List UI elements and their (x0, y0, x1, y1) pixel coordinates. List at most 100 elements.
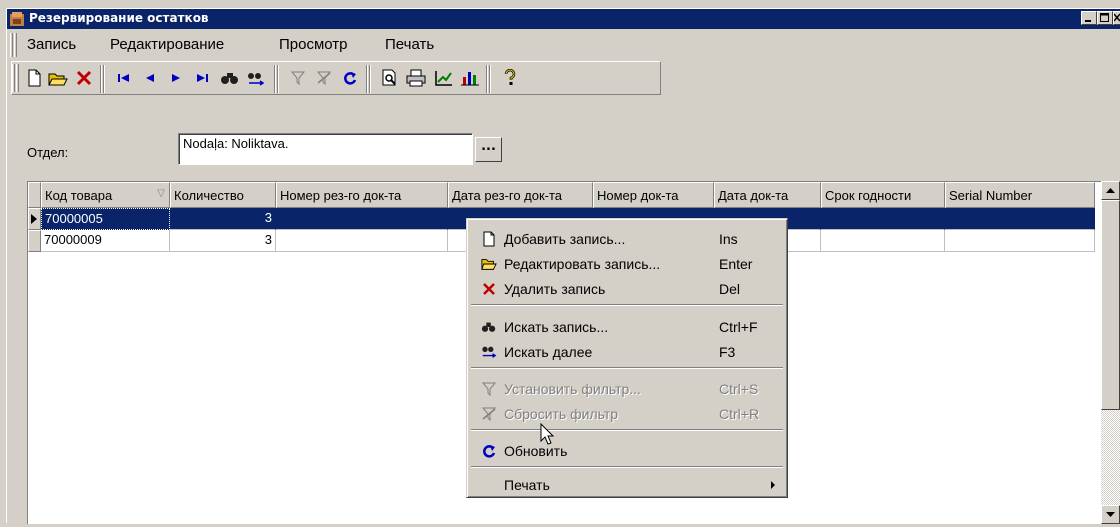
context-item-set-filter[interactable]: Установить фильтр... Ctrl+S (470, 377, 784, 401)
column-header-quantity[interactable]: Количество (170, 182, 276, 208)
context-item-delete[interactable]: Удалить запись Del (470, 277, 784, 301)
maximize-button[interactable] (1097, 11, 1113, 25)
set-filter-icon (481, 382, 497, 397)
cell-serial-number[interactable] (945, 230, 1095, 252)
toolbar-band (11, 61, 661, 95)
row-indicator (28, 230, 41, 252)
context-item-find[interactable]: Искать запись... Ctrl+F (470, 315, 784, 339)
menu-bar: Запись Редактирование Просмотр Печать (7, 31, 1120, 59)
column-header-doc-number[interactable]: Номер док-та (593, 182, 714, 208)
mouse-cursor-icon (540, 423, 555, 445)
prev-record-button[interactable] (138, 66, 162, 90)
toolbar-grip[interactable] (12, 64, 15, 92)
context-item-label: Редактировать запись... (504, 256, 661, 272)
context-item-find-next[interactable]: Искать далее F3 (470, 340, 784, 364)
context-item-reset-filter[interactable]: Сбросить фильтр Ctrl+R (470, 402, 784, 426)
preview-button[interactable] (378, 66, 402, 90)
menu-record[interactable]: Запись (27, 36, 76, 53)
delete-icon (76, 70, 92, 86)
header-indicator (28, 182, 41, 208)
print-button[interactable] (404, 66, 428, 90)
prev-record-icon (146, 74, 154, 82)
title-bar[interactable]: Резервирование остатков (7, 9, 1120, 29)
find-next-button[interactable] (244, 66, 268, 90)
minimize-button[interactable] (1081, 11, 1097, 25)
cell-reserve-doc-number[interactable] (276, 230, 448, 252)
chart-edit-icon (435, 71, 452, 86)
close-button[interactable] (1113, 11, 1120, 25)
cell-serial-number[interactable] (945, 208, 1095, 230)
context-item-shortcut: F3 (719, 344, 736, 360)
menu-separator (471, 466, 783, 468)
toolbar-grip-2[interactable] (16, 64, 19, 92)
cell-product-code[interactable]: 70000009 (41, 230, 170, 252)
context-item-label: Установить фильтр... (504, 381, 641, 397)
arrow-up-icon (1106, 188, 1115, 193)
cell-expiry[interactable] (821, 208, 945, 230)
column-header-doc-date[interactable]: Дата док-та (714, 182, 821, 208)
scroll-down-button[interactable] (1101, 505, 1120, 524)
edit-record-button[interactable] (46, 66, 70, 90)
menu-edit[interactable]: Редактирование (110, 36, 224, 53)
window-title: Резервирование остатков (29, 11, 209, 25)
next-record-button[interactable] (164, 66, 188, 90)
context-item-label: Искать запись... (504, 319, 609, 335)
find-button[interactable] (218, 66, 242, 90)
set-filter-button[interactable] (286, 66, 310, 90)
delete-icon (483, 283, 495, 295)
delete-record-button[interactable] (72, 66, 96, 90)
column-header-reserve-doc-date[interactable]: Дата рез-го док-та (448, 182, 593, 208)
open-folder-icon (481, 259, 497, 270)
context-item-shortcut: Enter (719, 256, 753, 272)
vertical-scrollbar[interactable] (1101, 181, 1120, 524)
column-header-product-code[interactable]: Код товара ▽ (41, 182, 170, 208)
find-icon (481, 322, 496, 332)
new-record-button[interactable] (22, 66, 46, 90)
last-record-button[interactable] (190, 66, 214, 90)
last-record-icon (197, 74, 208, 82)
menubar-grip[interactable] (10, 33, 13, 57)
column-header-label: Код товара (45, 188, 113, 203)
help-button[interactable] (498, 66, 522, 90)
context-item-print[interactable]: Печать (470, 473, 784, 497)
new-doc-icon (483, 231, 495, 247)
column-header-reserve-doc-number[interactable]: Номер рез-го док-та (276, 182, 448, 208)
reset-filter-icon (316, 71, 332, 86)
department-lookup-button[interactable]: ... (475, 137, 502, 162)
find-next-icon (482, 346, 497, 358)
column-header-expiry[interactable]: Срок годности (821, 182, 945, 208)
scroll-thumb[interactable] (1101, 200, 1120, 410)
context-item-add[interactable]: Добавить запись... Ins (470, 227, 784, 251)
toolbar-separator (100, 65, 106, 93)
refresh-button[interactable] (338, 66, 362, 90)
toolbar-separator (366, 65, 372, 93)
department-field[interactable]: Nodaļa: Noliktava. (178, 133, 473, 165)
reset-filter-button[interactable] (312, 66, 336, 90)
cell-reserve-doc-number[interactable] (276, 208, 448, 230)
reset-filter-icon (481, 407, 497, 422)
menubar-grip-2[interactable] (14, 33, 17, 57)
cell-product-code[interactable]: 70000005 (41, 208, 170, 230)
cell-expiry[interactable] (821, 230, 945, 252)
first-record-button[interactable] (112, 66, 136, 90)
context-item-refresh[interactable]: Обновить (470, 439, 784, 463)
chart-button[interactable] (458, 66, 482, 90)
context-item-label: Удалить запись (504, 281, 606, 297)
column-header-serial-number[interactable]: Serial Number (945, 182, 1095, 208)
scroll-up-button[interactable] (1101, 181, 1120, 200)
refresh-icon (344, 72, 357, 85)
context-item-edit[interactable]: Редактировать запись... Enter (470, 252, 784, 276)
context-menu: Добавить запись... Ins Редактировать зап… (466, 218, 788, 498)
next-record-icon (172, 74, 180, 82)
context-item-label: Искать далее (504, 344, 593, 360)
sort-indicator-icon: ▽ (157, 188, 165, 199)
find-next-icon (248, 73, 265, 86)
menu-view[interactable]: Просмотр (279, 36, 348, 53)
context-item-shortcut: Ctrl+R (719, 406, 760, 422)
chart-edit-button[interactable] (432, 66, 456, 90)
refresh-icon (483, 445, 496, 458)
cell-quantity[interactable]: 3 (170, 208, 276, 230)
menu-print[interactable]: Печать (385, 36, 434, 53)
cell-quantity[interactable]: 3 (170, 230, 276, 252)
department-label: Отдел: (27, 145, 69, 160)
